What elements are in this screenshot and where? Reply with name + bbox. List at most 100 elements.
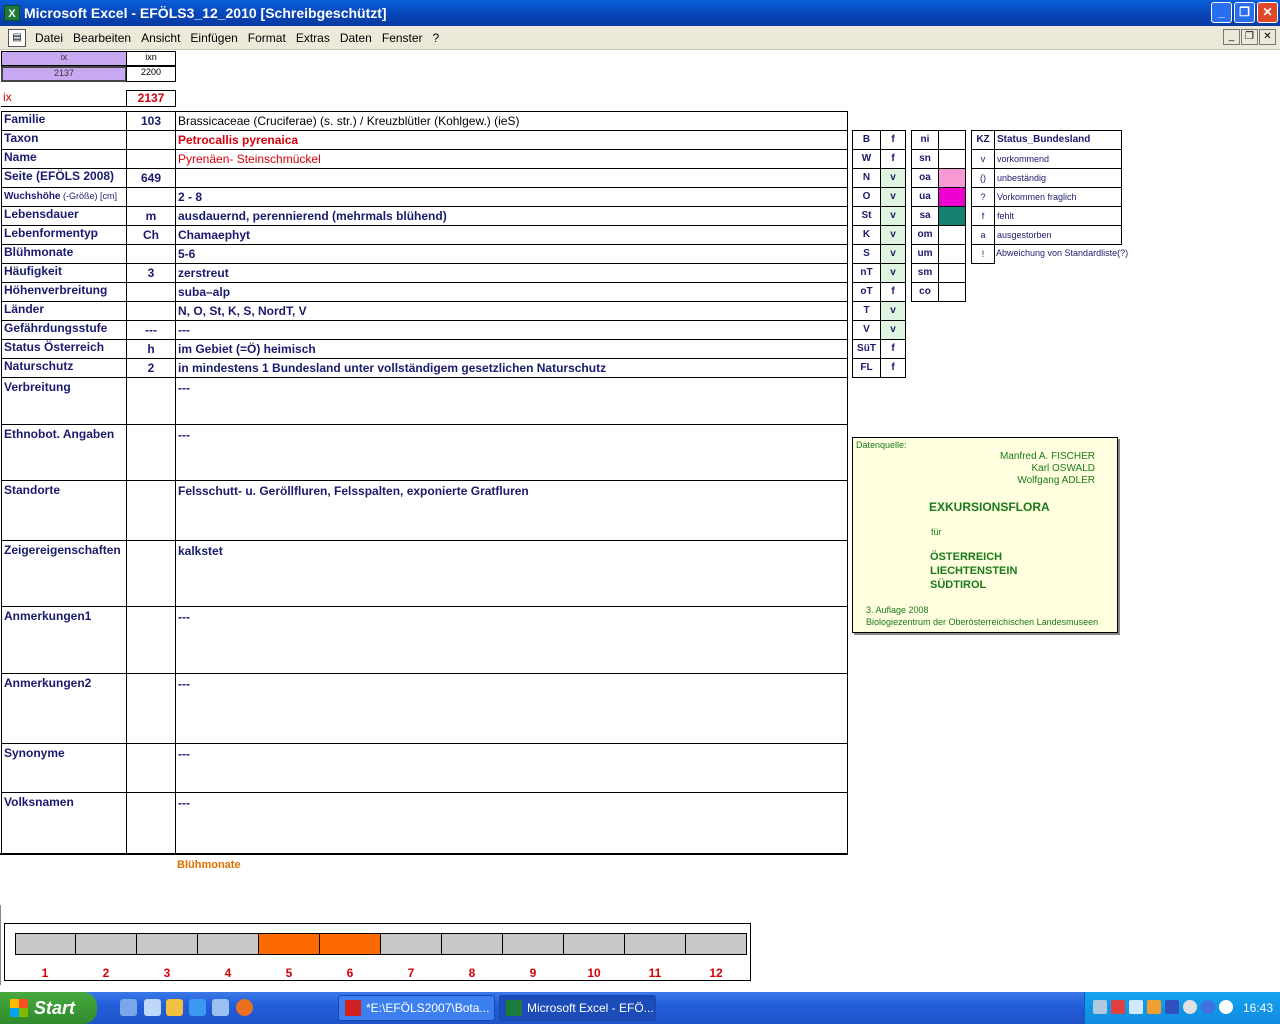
row-value[interactable]: in mindestens 1 Bundesland unter vollstä… [175, 358, 848, 378]
altitude-marker[interactable] [938, 149, 966, 169]
long-row-code[interactable] [126, 673, 176, 744]
document-icon[interactable]: ▤ [8, 28, 26, 47]
row-code[interactable]: --- [126, 320, 176, 340]
menu-ansicht[interactable]: Ansicht [136, 31, 185, 45]
task-excel[interactable]: Microsoft Excel - EFÖ... [499, 995, 656, 1021]
altitude-marker[interactable] [938, 282, 966, 302]
row-code[interactable]: 2 [126, 358, 176, 378]
menu-extras[interactable]: Extras [291, 31, 335, 45]
row-code[interactable]: h [126, 339, 176, 359]
state-status[interactable]: f [880, 358, 906, 378]
menu-format[interactable]: Format [243, 31, 291, 45]
menu-bearbeiten[interactable]: Bearbeiten [68, 31, 136, 45]
row-value[interactable]: --- [175, 320, 848, 340]
outlook-icon[interactable] [212, 999, 229, 1016]
excel-icon[interactable]: X [4, 5, 20, 21]
altitude-marker[interactable] [938, 130, 966, 150]
menu-datei[interactable]: Datei [30, 31, 68, 45]
maximize-button[interactable]: ❐ [1234, 2, 1255, 23]
ix-value-cell[interactable]: 2137 [1, 66, 127, 82]
volume-icon[interactable] [1183, 1000, 1197, 1014]
long-row-code[interactable] [126, 540, 176, 607]
search-icon[interactable] [1129, 1000, 1143, 1014]
desktop-icon[interactable] [120, 999, 137, 1016]
state-status[interactable]: v [880, 206, 906, 226]
long-row-value[interactable]: --- [175, 377, 848, 425]
state-status[interactable]: v [880, 263, 906, 283]
state-status[interactable]: v [880, 244, 906, 264]
state-status[interactable]: v [880, 187, 906, 207]
state-status[interactable]: f [880, 282, 906, 302]
minimize-button[interactable]: _ [1211, 2, 1232, 23]
row-value[interactable]: ausdauernd, perennierend (mehrmals blühe… [175, 206, 848, 226]
doc-close-button[interactable]: ✕ [1259, 29, 1276, 45]
state-status[interactable]: v [880, 225, 906, 245]
menu-daten[interactable]: Daten [335, 31, 377, 45]
worksheet[interactable]: ix ixn 2137 2200 ix 2137 Familie 103 Brass… [0, 50, 1280, 992]
altitude-marker[interactable] [938, 187, 966, 207]
long-row-value[interactable]: --- [175, 792, 848, 855]
firefox-icon[interactable] [236, 999, 253, 1016]
long-row-code[interactable] [126, 480, 176, 541]
altitude-marker[interactable] [938, 263, 966, 283]
security-icon[interactable] [1111, 1000, 1125, 1014]
task-file-browser[interactable]: *E:\EFÖLS2007\Bota... [338, 995, 495, 1021]
menu-fenster[interactable]: Fenster [377, 31, 428, 45]
doc-restore-button[interactable]: ❐ [1241, 29, 1258, 45]
row-value[interactable]: 5-6 [175, 244, 848, 264]
row-code[interactable]: m [126, 206, 176, 226]
state-status[interactable]: v [880, 301, 906, 321]
info-icon[interactable] [1201, 1000, 1215, 1014]
update-icon[interactable] [1219, 1000, 1233, 1014]
long-row-code[interactable] [126, 424, 176, 481]
state-status[interactable]: f [880, 130, 906, 150]
menu-einfuegen[interactable]: Einfügen [185, 31, 242, 45]
altitude-marker[interactable] [938, 206, 966, 226]
start-button[interactable]: Start [0, 992, 97, 1024]
long-row-value[interactable]: Felsschutt- u. Geröllfluren, Felsspalten… [175, 480, 848, 541]
explorer-icon[interactable] [144, 999, 161, 1016]
row-code[interactable]: Ch [126, 225, 176, 245]
row-code[interactable] [126, 187, 176, 207]
altitude-marker[interactable] [938, 244, 966, 264]
media-player-icon[interactable] [166, 999, 183, 1016]
state-status[interactable]: f [880, 339, 906, 359]
internet-explorer-icon[interactable] [189, 999, 206, 1016]
long-row-code[interactable] [126, 743, 176, 793]
row-code[interactable] [126, 149, 176, 169]
long-row-value[interactable]: --- [175, 424, 848, 481]
network-icon[interactable] [1093, 1000, 1107, 1014]
row-code[interactable]: 103 [126, 111, 176, 131]
row-value[interactable]: im Gebiet (=Ö) heimisch [175, 339, 848, 359]
row-value[interactable]: 2 - 8 [175, 187, 848, 207]
row-code[interactable] [126, 282, 176, 302]
long-row-value[interactable]: --- [175, 743, 848, 793]
long-row-value[interactable]: --- [175, 606, 848, 674]
row-value[interactable]: N, O, St, K, S, NordT, V [175, 301, 848, 321]
row-code[interactable]: 649 [126, 168, 176, 188]
state-status[interactable]: v [880, 320, 906, 340]
row-value[interactable]: suba–alp [175, 282, 848, 302]
row-value[interactable]: Petrocallis pyrenaica [175, 130, 848, 150]
long-row-value[interactable]: kalkstet [175, 540, 848, 607]
row-value[interactable] [175, 168, 848, 188]
menu-help[interactable]: ? [428, 31, 445, 45]
altitude-marker[interactable] [938, 225, 966, 245]
row-value[interactable]: Chamaephyt [175, 225, 848, 245]
tools-icon[interactable] [1147, 1000, 1161, 1014]
close-button[interactable]: ✕ [1257, 2, 1278, 23]
doc-minimize-button[interactable]: _ [1223, 29, 1240, 45]
long-row-code[interactable] [126, 606, 176, 674]
long-row-code[interactable] [126, 792, 176, 855]
row-code[interactable] [126, 130, 176, 150]
altitude-marker[interactable] [938, 168, 966, 188]
row-code[interactable] [126, 244, 176, 264]
long-row-code[interactable] [126, 377, 176, 425]
row-value[interactable]: zerstreut [175, 263, 848, 283]
shield-icon[interactable] [1165, 1000, 1179, 1014]
state-status[interactable]: v [880, 168, 906, 188]
ixn-value-cell[interactable]: 2200 [126, 66, 176, 82]
long-row-value[interactable]: --- [175, 673, 848, 744]
row-value[interactable]: Brassicaceae (Cruciferae) (s. str.) / Kr… [175, 111, 848, 131]
row-code[interactable] [126, 301, 176, 321]
